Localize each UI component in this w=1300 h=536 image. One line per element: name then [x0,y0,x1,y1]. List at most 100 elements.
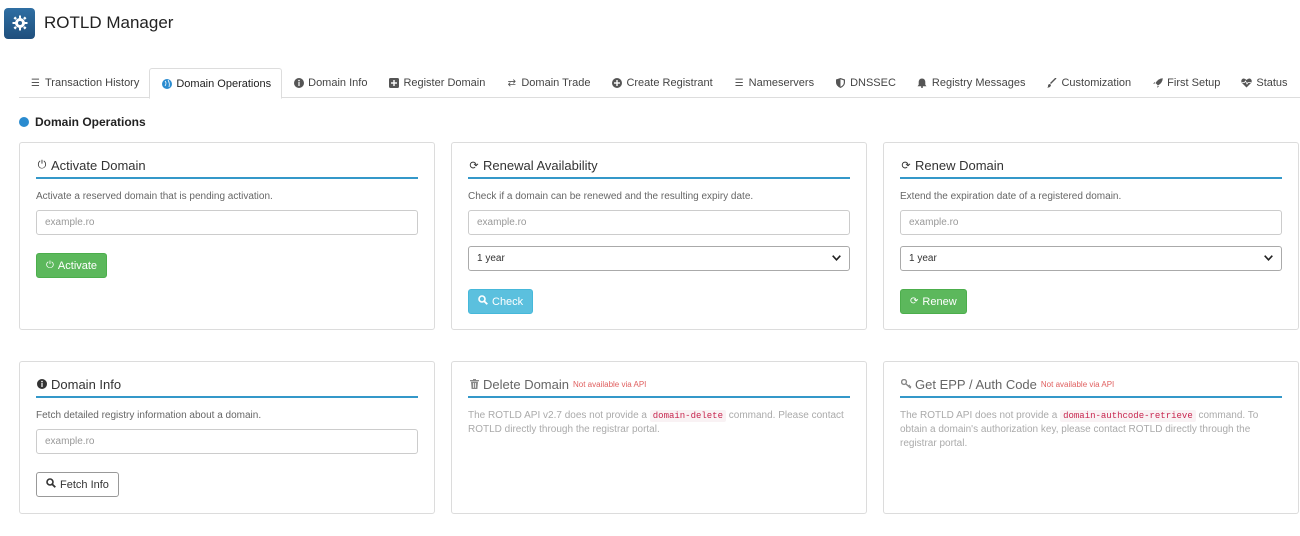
tab-domain-trade[interactable]: ⇄ Domain Trade [495,68,600,98]
card-description: Check if a domain can be renewed and the… [468,191,754,202]
card-description: Extend the expiration date of a register… [900,191,1122,202]
tab-label: Customization [1061,77,1132,89]
check-button[interactable]: Check [468,289,534,314]
activate-button[interactable]: ⏻ Activate [36,253,108,278]
exchange-icon: ⇄ [507,77,517,89]
card-description: The ROTLD API does not provide a domain-… [900,409,1282,451]
card-title: Get EPP / Auth Code Not available via AP… [900,377,1282,398]
tab-label: First Setup [1167,77,1221,89]
shield-icon [834,77,847,89]
tab-dnssec[interactable]: DNSSEC [824,68,906,98]
power-icon: ⏻ [37,158,47,171]
tab-label: Create Registrant [626,77,713,89]
tab-first-setup[interactable]: First Setup [1141,68,1230,98]
button-label: Fetch Info [60,478,109,491]
select-value: 1 year [909,253,937,264]
plus-circle-icon [610,77,623,89]
rocket-icon [1151,77,1164,89]
tab-domain-info[interactable]: Domain Info [282,68,377,98]
card-title: ⏻ Activate Domain [36,158,418,179]
renewal-availability-card: ⟳ Renewal Availability Check if a domain… [451,142,867,330]
desc-text: The ROTLD API does not provide a [900,410,1061,421]
tab-label: Status [1256,77,1288,89]
fetch-info-button[interactable]: Fetch Info [36,472,119,497]
section-title: Domain Operations [35,115,146,129]
tab-nameservers[interactable]: ☰ Nameservers [723,68,824,98]
renewal-period-select[interactable]: 1 year [468,246,850,271]
tab-label: Registry Messages [931,77,1026,89]
tab-status[interactable]: Status [1230,68,1297,98]
main-tabs: ☰ Transaction History Domain Operations … [19,68,1300,99]
card-title-text: Activate Domain [51,157,146,173]
app-header: ROTLD Manager [4,6,173,40]
chevron-down-icon [832,253,841,264]
section-heading: Domain Operations [19,114,146,130]
command-code: domain-authcode-retrieve [1060,410,1196,422]
gear-icon [4,7,35,39]
info-icon [36,378,48,390]
renewal-domain-input[interactable]: example.ro [468,210,850,235]
delete-domain-card: Delete Domain Not available via API The … [451,361,867,514]
domain-info-card: Domain Info Fetch detailed registry info… [19,361,435,514]
command-code: domain-delete [649,410,726,422]
chevron-down-icon [1264,253,1273,264]
heartbeat-icon [1240,77,1253,89]
desc-text: The ROTLD API v2.7 does not provide a [468,410,650,421]
card-title-text: Renewal Availability [483,157,598,173]
card-title: Delete Domain Not available via API [468,377,850,398]
tab-registry-messages[interactable]: Registry Messages [906,68,1036,98]
tab-label: Transaction History [45,77,140,89]
card-title-text: Delete Domain [483,376,569,392]
tab-transaction-history[interactable]: ☰ Transaction History [19,68,149,98]
tab-label: Domain Operations [176,77,272,90]
plus-square-icon [387,77,400,89]
domain-info-input[interactable]: example.ro [36,429,418,454]
brush-icon [1045,77,1058,89]
tab-domain-operations[interactable]: Domain Operations [149,68,283,99]
card-title: ⟳ Renewal Availability [468,158,850,179]
select-value: 1 year [477,253,505,264]
refresh-icon: ⟳ [901,159,911,172]
card-description: Activate a reserved domain that is pendi… [36,191,273,202]
globe-icon [160,78,173,90]
tab-create-registrant[interactable]: Create Registrant [600,68,722,98]
activate-domain-card: ⏻ Activate Domain Activate a reserved do… [19,142,435,330]
button-label: Renew [922,295,957,308]
activate-domain-input[interactable]: example.ro [36,210,418,235]
tab-label: Nameservers [748,77,815,89]
button-label: Check [492,295,524,308]
search-icon [478,295,488,308]
card-title-text: Renew Domain [915,157,1004,173]
renew-domain-card: ⟳ Renew Domain Extend the expiration dat… [883,142,1299,330]
list-icon: ☰ [31,77,40,89]
app-title: ROTLD Manager [44,13,174,32]
power-icon: ⏻ [46,260,54,271]
info-icon [292,77,305,89]
card-title: Domain Info [36,377,418,398]
card-title-text: Get EPP / Auth Code [915,376,1037,392]
card-title: ⟳ Renew Domain [900,158,1282,179]
renew-button[interactable]: ⟳ Renew [900,289,967,314]
server-icon: ☰ [734,77,744,89]
tab-label: Domain Info [308,77,368,89]
tab-label: Register Domain [403,77,486,89]
tab-label: Domain Trade [521,77,591,89]
globe-icon [19,117,29,127]
refresh-icon: ⟳ [469,159,479,172]
renew-domain-input[interactable]: example.ro [900,210,1282,235]
tab-label: DNSSEC [850,77,896,89]
tab-customization[interactable]: Customization [1035,68,1141,98]
renew-period-select[interactable]: 1 year [900,246,1282,271]
epp-auth-code-card: Get EPP / Auth Code Not available via AP… [883,361,1299,514]
card-description: The ROTLD API v2.7 does not provide a do… [468,409,850,437]
trash-icon [468,378,480,390]
not-available-badge: Not available via API [573,379,647,389]
bell-icon [916,77,929,89]
card-description: Fetch detailed registry information abou… [36,410,262,421]
card-title-text: Domain Info [51,376,122,392]
search-icon [46,478,56,491]
tab-register-domain[interactable]: Register Domain [377,68,495,98]
key-icon [900,378,912,390]
refresh-icon: ⟳ [910,296,919,307]
button-label: Activate [57,259,98,272]
